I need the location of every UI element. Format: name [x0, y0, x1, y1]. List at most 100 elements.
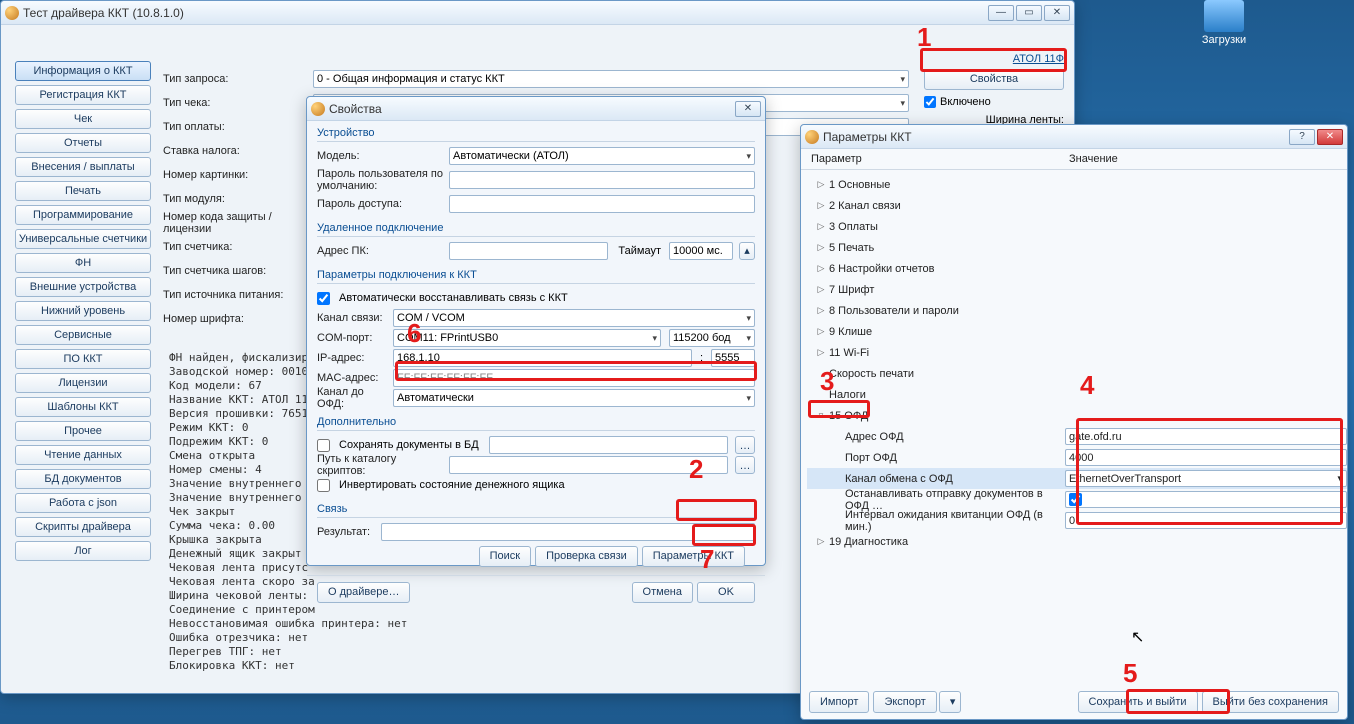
- about-button[interactable]: О драйвере…: [317, 582, 410, 603]
- col-param: Параметр: [811, 153, 1069, 165]
- tree-node[interactable]: ▷19 Диагностика: [807, 531, 1347, 552]
- sidebar-item-log[interactable]: Лог: [15, 541, 151, 561]
- ofd-port-value[interactable]: 4000: [1065, 449, 1347, 466]
- ofd-stop-checkbox[interactable]: [1069, 493, 1082, 506]
- ofd-interval-row[interactable]: Интервал ожидания квитанции ОФД (в мин.)…: [807, 510, 1347, 531]
- sidebar-item-print[interactable]: Печать: [15, 181, 151, 201]
- sidebar-item-licenses[interactable]: Лицензии: [15, 373, 151, 393]
- tree-node[interactable]: Налоги: [807, 384, 1347, 405]
- export-button[interactable]: Экспорт: [873, 691, 936, 713]
- input-timeout[interactable]: [669, 242, 733, 260]
- label-power-src: Тип источника питания:: [163, 289, 313, 301]
- input-pass-access[interactable]: [449, 195, 755, 213]
- device-name-link[interactable]: АТОЛ 11Ф: [924, 53, 1064, 65]
- sidebar-item-cash[interactable]: Внесения / выплаты: [15, 157, 151, 177]
- ofd-addr-value[interactable]: gate.ofd.ru: [1065, 428, 1347, 445]
- sidebar-item-universal[interactable]: Универсальные счетчики: [15, 229, 151, 249]
- timeout-spinner[interactable]: ▴: [739, 242, 755, 260]
- sidebar-item-lowlevel[interactable]: Нижний уровень: [15, 301, 151, 321]
- tree-node[interactable]: ▷8 Пользователи и пароли: [807, 300, 1347, 321]
- sidebar-item-reg[interactable]: Регистрация ККТ: [15, 85, 151, 105]
- kkt-params-button[interactable]: Параметры ККТ: [642, 546, 745, 567]
- ok-button[interactable]: OK: [697, 582, 755, 603]
- combo-chan[interactable]: COM / VCOM▾: [393, 309, 755, 327]
- tree-node[interactable]: ▷5 Печать: [807, 237, 1347, 258]
- label-font-num: Номер шрифта:: [163, 313, 313, 325]
- kkt-params-window: Параметры ККТ ? ✕ Параметр Значение ▷1 О…: [800, 124, 1348, 720]
- ofd-stop-value[interactable]: [1065, 491, 1347, 508]
- sidebar-item-service[interactable]: Сервисные: [15, 325, 151, 345]
- enabled-checkbox[interactable]: [924, 96, 936, 108]
- tree-node[interactable]: ▷6 Настройки отчетов: [807, 258, 1347, 279]
- ofd-chan-value[interactable]: EthernetOverTransport▾: [1065, 470, 1347, 487]
- ofd-interval-value[interactable]: 0: [1065, 512, 1347, 529]
- search-button[interactable]: Поиск: [479, 546, 531, 567]
- tree-node[interactable]: ▷11 Wi-Fi: [807, 342, 1347, 363]
- sidebar-item-check[interactable]: Чек: [15, 109, 151, 129]
- invert-drawer-checkbox[interactable]: [317, 479, 330, 492]
- close-button[interactable]: ✕: [1317, 129, 1343, 145]
- help-button[interactable]: ?: [1289, 129, 1315, 145]
- tree-node[interactable]: ▷3 Оплаты: [807, 216, 1347, 237]
- combo-baud[interactable]: 115200 бод▾: [669, 329, 755, 347]
- sidebar-item-read[interactable]: Чтение данных: [15, 445, 151, 465]
- check-link-button[interactable]: Проверка связи: [535, 546, 638, 567]
- save-exit-button[interactable]: Сохранить и выйти: [1078, 691, 1198, 713]
- input-pass-default[interactable]: [449, 171, 755, 189]
- sidebar-item-reports[interactable]: Отчеты: [15, 133, 151, 153]
- minimize-button[interactable]: —: [988, 5, 1014, 21]
- input-script-path[interactable]: [449, 456, 728, 474]
- sidebar-item-fn[interactable]: ФН: [15, 253, 151, 273]
- app-icon: [311, 102, 325, 116]
- input-ip-port[interactable]: [711, 349, 755, 367]
- tree-node[interactable]: ▷9 Клише: [807, 321, 1347, 342]
- desktop-downloads-label: Загрузки: [1189, 34, 1259, 46]
- input-ip[interactable]: [393, 349, 692, 367]
- sidebar-item-json[interactable]: Работа с json: [15, 493, 151, 513]
- browse-script-button[interactable]: …: [735, 456, 755, 474]
- tree-node[interactable]: Скорость печати: [807, 363, 1347, 384]
- ofd-port-row[interactable]: Порт ОФД 4000: [807, 447, 1347, 468]
- tree-node-ofd[interactable]: ▿15 ОФД: [807, 405, 1347, 426]
- group-remote-legend: Удаленное подключение: [317, 220, 755, 236]
- exit-nosave-button[interactable]: Выйти без сохранения: [1202, 691, 1340, 713]
- tree-node[interactable]: ▷1 Основные: [807, 174, 1347, 195]
- main-titlebar[interactable]: Тест драйвера ККТ (10.8.1.0) — ▭ ✕: [1, 1, 1074, 25]
- export-dropdown[interactable]: ▾: [939, 691, 961, 713]
- sidebar-item-programming[interactable]: Программирование: [15, 205, 151, 225]
- sidebar-item-kktsoft[interactable]: ПО ККТ: [15, 349, 151, 369]
- ofd-chan-row[interactable]: Канал обмена с ОФД EthernetOverTransport…: [807, 468, 1347, 489]
- combo-chan-ofd[interactable]: Автоматически▾: [393, 389, 755, 407]
- params-titlebar[interactable]: Параметры ККТ ? ✕: [801, 125, 1347, 149]
- sidebar-item-templates[interactable]: Шаблоны ККТ: [15, 397, 151, 417]
- desktop-downloads[interactable]: Загрузки: [1189, 0, 1259, 46]
- save-db-checkbox[interactable]: [317, 439, 330, 452]
- sidebar-item-other[interactable]: Прочее: [15, 421, 151, 441]
- sidebar-item-ext-devices[interactable]: Внешние устройства: [15, 277, 151, 297]
- props-titlebar[interactable]: Свойства ✕: [307, 97, 765, 121]
- group-device-legend: Устройство: [317, 125, 755, 141]
- import-button[interactable]: Импорт: [809, 691, 869, 713]
- sidebar-item-scripts[interactable]: Скрипты драйвера: [15, 517, 151, 537]
- tree-node[interactable]: ▷2 Канал связи: [807, 195, 1347, 216]
- sidebar-item-db[interactable]: БД документов: [15, 469, 151, 489]
- input-db-path[interactable]: [489, 436, 728, 454]
- combo-com-port[interactable]: COM11: FPrintUSB0▾: [393, 329, 661, 347]
- browse-db-button[interactable]: …: [735, 436, 755, 454]
- cancel-button[interactable]: Отмена: [632, 582, 693, 603]
- ofd-addr-row[interactable]: Адрес ОФД gate.ofd.ru: [807, 426, 1347, 447]
- close-button[interactable]: ✕: [735, 101, 761, 117]
- combo-req-type[interactable]: 0 - Общая информация и статус ККТ▾: [313, 70, 909, 88]
- combo-model[interactable]: Автоматически (АТОЛ)▾: [449, 147, 755, 165]
- close-button[interactable]: ✕: [1044, 5, 1070, 21]
- tree-node[interactable]: ▷7 Шрифт: [807, 279, 1347, 300]
- properties-button[interactable]: Свойства: [924, 69, 1064, 90]
- ofd-stop-row[interactable]: Останавливать отправку документов в ОФД …: [807, 489, 1347, 510]
- maximize-button[interactable]: ▭: [1016, 5, 1042, 21]
- input-mac[interactable]: [393, 369, 755, 387]
- label-auto-restore: Автоматически восстанавливать связь с КК…: [339, 292, 568, 304]
- sidebar-item-info[interactable]: Информация о ККТ: [15, 61, 151, 81]
- label-pic-num: Номер картинки:: [163, 169, 313, 181]
- input-pc-addr[interactable]: [449, 242, 608, 260]
- auto-restore-checkbox[interactable]: [317, 292, 330, 305]
